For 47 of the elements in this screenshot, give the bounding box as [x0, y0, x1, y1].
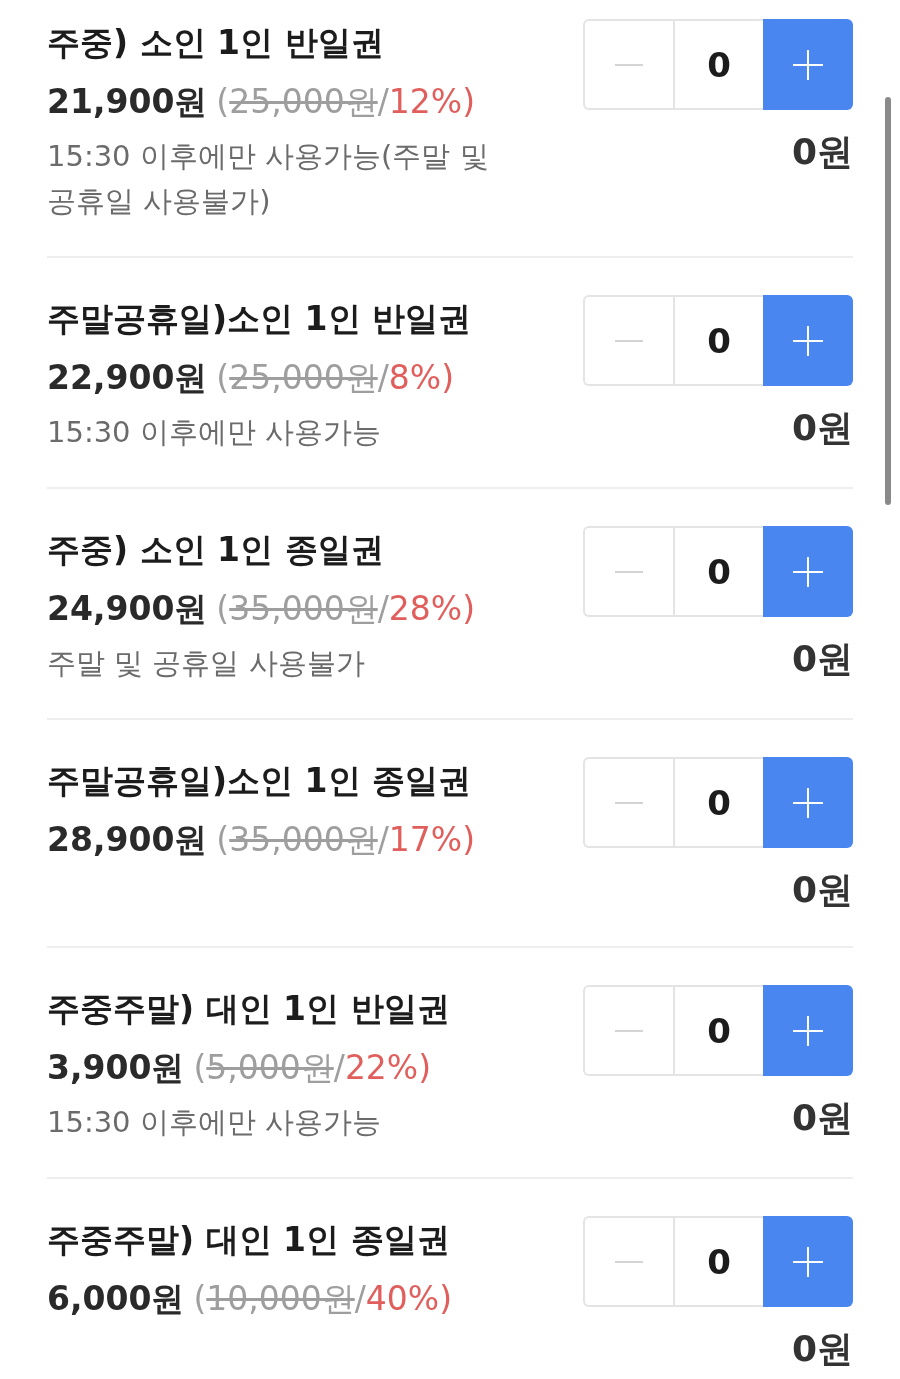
plus-button[interactable]	[763, 526, 853, 617]
plus-button[interactable]	[763, 985, 853, 1076]
original-price-discount: (25,000원/8%)	[216, 357, 455, 399]
minus-icon	[615, 63, 643, 66]
plus-icon	[793, 1246, 823, 1277]
original-price-discount: (35,000원/28%)	[216, 588, 476, 630]
plus-icon	[793, 787, 823, 818]
plus-button[interactable]	[763, 19, 853, 110]
usage-note: 15:30 이후에만 사용가능	[47, 1104, 382, 1141]
original-price-discount: (25,000원/12%)	[216, 81, 476, 123]
original-price-discount: (10,000원/40%)	[193, 1278, 453, 1320]
ticket-title: 주말공휴일)소인 1인 반일권	[47, 298, 472, 340]
sale-price: 24,900원	[47, 588, 208, 630]
line-total: 0원	[791, 1096, 853, 1140]
ticket-title: 주말공휴일)소인 1인 종일권	[47, 760, 472, 802]
line-total: 0원	[791, 1327, 853, 1371]
ticket-title: 주중주말) 대인 1인 종일권	[47, 1219, 450, 1261]
scrollbar-thumb[interactable]	[885, 97, 891, 505]
usage-note: 15:30 이후에만 사용가능	[47, 414, 382, 451]
plus-button[interactable]	[763, 757, 853, 848]
minus-icon	[615, 339, 643, 342]
plus-icon	[793, 1015, 823, 1046]
line-total: 0원	[791, 130, 853, 174]
plus-icon	[793, 325, 823, 356]
plus-button[interactable]	[763, 295, 853, 386]
usage-note: 15:30 이후에만 사용가능(주말 및 공휴일 사용불가)	[47, 138, 490, 220]
sale-price: 22,900원	[47, 357, 208, 399]
ticket-title: 주중) 소인 1인 반일권	[47, 22, 384, 64]
sale-price: 3,900원	[47, 1047, 185, 1089]
original-price-discount: (5,000원/22%)	[193, 1047, 432, 1089]
plus-button[interactable]	[763, 1216, 853, 1307]
line-total: 0원	[791, 637, 853, 681]
sale-price: 6,000원	[47, 1278, 185, 1320]
sale-price: 21,900원	[47, 81, 208, 123]
line-total: 0원	[791, 868, 853, 912]
ticket-title: 주중주말) 대인 1인 반일권	[47, 988, 450, 1030]
minus-icon	[615, 570, 643, 573]
ticket-title: 주중) 소인 1인 종일권	[47, 529, 384, 571]
plus-icon	[793, 49, 823, 80]
sale-price: 28,900원	[47, 819, 208, 861]
original-price-discount: (35,000원/17%)	[216, 819, 476, 861]
minus-icon	[615, 801, 643, 804]
minus-icon	[615, 1029, 643, 1032]
plus-icon	[793, 556, 823, 587]
usage-note: 주말 및 공휴일 사용불가	[47, 645, 366, 682]
line-total: 0원	[791, 406, 853, 450]
minus-icon	[615, 1260, 643, 1263]
